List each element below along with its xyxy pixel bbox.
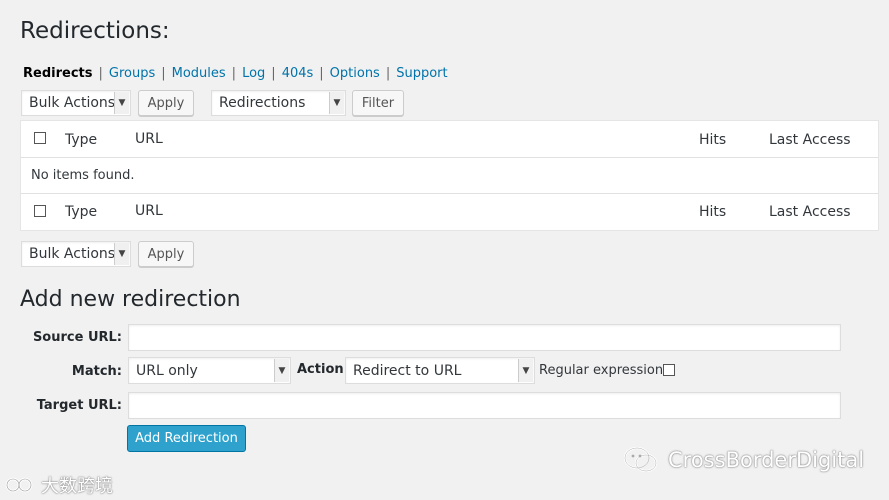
- column-footer-last-access[interactable]: Last Access: [769, 204, 851, 220]
- regex-label: Regular expression:: [539, 363, 668, 378]
- filter-button[interactable]: Filter: [352, 90, 404, 116]
- target-url-label: Target URL:: [36, 398, 122, 413]
- regex-checkbox[interactable]: [663, 364, 675, 376]
- apply-button-top[interactable]: Apply: [138, 90, 194, 116]
- action-label: Action:: [297, 362, 349, 377]
- column-header-url[interactable]: URL: [135, 131, 163, 147]
- chevron-down-icon: ▼: [518, 359, 533, 382]
- target-url-input[interactable]: [128, 392, 841, 419]
- bulk-actions-select-top[interactable]: Bulk Actions ▼: [21, 90, 131, 116]
- bulk-actions-select-bottom[interactable]: Bulk Actions ▼: [21, 241, 131, 267]
- match-select[interactable]: URL only ▼: [128, 357, 291, 384]
- subnav-separator: |: [271, 66, 276, 81]
- page-title: Redirections:: [20, 18, 170, 44]
- column-header-type[interactable]: Type: [65, 132, 97, 148]
- filter-select-value: Redirections: [219, 95, 306, 111]
- match-label: Match:: [71, 364, 122, 379]
- subnav-support[interactable]: Support: [396, 66, 447, 81]
- apply-button-bottom[interactable]: Apply: [138, 241, 194, 267]
- action-select-value: Redirect to URL: [353, 362, 462, 379]
- subnav-redirects[interactable]: Redirects: [23, 66, 92, 81]
- chevron-down-icon: ▼: [274, 359, 289, 382]
- bulk-actions-select-bottom-value: Bulk Actions: [29, 246, 116, 262]
- logo-icon: [5, 475, 37, 495]
- subnav-options[interactable]: Options: [330, 66, 380, 81]
- table-empty-row: No items found.: [21, 158, 878, 194]
- action-select[interactable]: Redirect to URL ▼: [345, 357, 535, 384]
- chevron-down-icon: ▼: [114, 92, 129, 114]
- watermark-right-text: CrossBorderDigital: [668, 448, 865, 472]
- subnav-log[interactable]: Log: [242, 66, 265, 81]
- subnav-separator: |: [319, 66, 324, 81]
- add-redirection-title: Add new redirection: [20, 287, 241, 312]
- redirects-table: Type URL Hits Last Access No items found…: [20, 120, 879, 231]
- subnav-separator: |: [98, 66, 103, 81]
- source-url-input[interactable]: [128, 324, 841, 351]
- watermark-left: 大数跨境: [5, 472, 113, 498]
- chat-bubble-icon: [622, 445, 662, 475]
- watermark-right: CrossBorderDigital: [622, 445, 864, 475]
- subnav: Redirects | Groups | Modules | Log | 404s | Option…: [23, 66, 448, 81]
- subnav-404s[interactable]: 404s: [282, 66, 314, 81]
- chevron-down-icon: ▼: [329, 92, 344, 114]
- column-header-hits[interactable]: Hits: [699, 132, 726, 148]
- select-all-checkbox-bottom[interactable]: [34, 205, 46, 217]
- watermark-left-text: 大数跨境: [41, 476, 113, 497]
- empty-message: No items found.: [31, 168, 135, 183]
- select-all-checkbox-top[interactable]: [34, 132, 46, 144]
- source-url-label: Source URL:: [32, 330, 122, 345]
- subnav-separator: |: [161, 66, 166, 81]
- subnav-modules[interactable]: Modules: [172, 66, 226, 81]
- subnav-groups[interactable]: Groups: [109, 66, 155, 81]
- subnav-separator: |: [231, 66, 237, 81]
- filter-select[interactable]: Redirections ▼: [211, 90, 346, 116]
- match-select-value: URL only: [136, 362, 198, 379]
- column-footer-hits[interactable]: Hits: [699, 204, 726, 220]
- chevron-down-icon: ▼: [114, 243, 129, 265]
- add-redirection-button[interactable]: Add Redirection: [127, 425, 246, 452]
- bulk-actions-select-top-value: Bulk Actions: [29, 95, 116, 111]
- column-footer-url[interactable]: URL: [135, 203, 163, 219]
- subnav-separator: |: [385, 66, 391, 81]
- table-header-row: Type URL Hits Last Access: [21, 121, 878, 158]
- column-footer-type[interactable]: Type: [65, 204, 97, 220]
- table-footer-row: Type URL Hits Last Access: [21, 194, 878, 231]
- column-header-last-access[interactable]: Last Access: [769, 132, 851, 148]
